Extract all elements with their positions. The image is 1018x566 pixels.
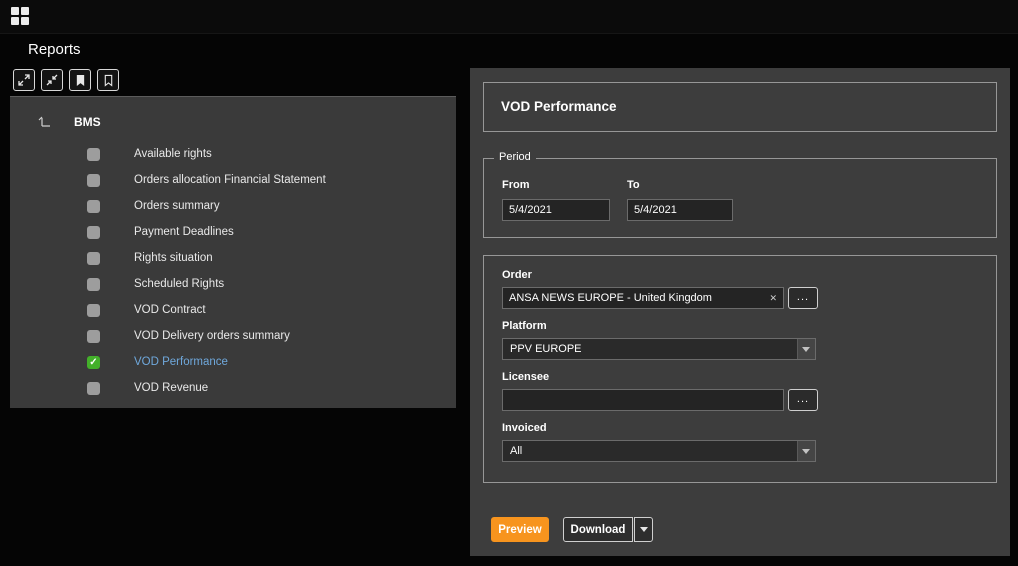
platform-value: PPV EUROPE [510,339,582,359]
tree-item[interactable]: ✓ VOD Contract [10,297,456,323]
bookmark-outline-icon [103,74,114,87]
clear-order-icon[interactable]: ✕ [769,292,777,304]
platform-select[interactable]: PPV EUROPE [502,338,816,360]
tree-item[interactable]: ✓ VOD Delivery orders summary [10,323,456,349]
tree-item-checkbox[interactable]: ✓ [87,356,100,369]
bookmark-outline-button[interactable] [97,69,119,91]
tree-item-label: VOD Contract [134,304,206,316]
preview-button[interactable]: Preview [491,517,549,542]
app-menu-grid-icon[interactable] [11,7,30,26]
invoiced-select[interactable]: All [502,440,816,462]
report-tree-panel: BMS ✓ Available rights ✓ Orders allocati… [10,96,456,408]
tree-item-checkbox[interactable]: ✓ [87,226,100,239]
tree-item[interactable]: ✓ Orders allocation Financial Statement [10,167,456,193]
tree-item[interactable]: ✓ Payment Deadlines [10,219,456,245]
tree-root-node[interactable]: BMS [38,115,101,129]
tree-item-checkbox[interactable]: ✓ [87,304,100,317]
order-browse-button[interactable]: ... [788,287,818,309]
report-form-panel: VOD Performance Period From To Order ✕ .… [470,68,1010,556]
tree-item-checkbox[interactable]: ✓ [87,148,100,161]
tree-item-label: Payment Deadlines [134,226,234,238]
platform-label: Platform [502,320,547,332]
period-legend: Period [494,151,536,163]
form-buttons: Preview Download [491,517,653,542]
collapse-all-button[interactable] [41,69,63,91]
collapse-arrows-icon [45,73,59,87]
to-date-input[interactable] [627,199,733,221]
tree-item-label: Orders allocation Financial Statement [134,174,326,186]
tree-item[interactable]: ✓ Rights situation [10,245,456,271]
tree-item-checkbox[interactable]: ✓ [87,174,100,187]
grid-square [11,7,19,15]
download-dropdown-button[interactable] [634,517,653,542]
reports-screen: Reports BMS [0,0,1018,566]
licensee-browse-button[interactable]: ... [788,389,818,411]
tree-item[interactable]: ✓ Scheduled Rights [10,271,456,297]
chevron-down-icon [802,449,810,454]
licensee-label: Licensee [502,371,549,383]
tree-item[interactable]: ✓ Available rights [10,141,456,167]
period-group: Period From To [483,158,997,238]
expand-all-button[interactable] [13,69,35,91]
order-input-wrap: ✕ [502,287,784,309]
from-label: From [502,179,530,191]
tree-item-label: Orders summary [134,200,220,212]
grid-square [21,17,29,25]
tree-item[interactable]: ✓ VOD Revenue [10,375,456,401]
check-icon: ✓ [89,356,97,369]
order-label: Order [502,269,532,281]
tree-item-checkbox[interactable]: ✓ [87,278,100,291]
tree-root-label: BMS [74,115,101,129]
page-title: Reports [28,41,81,58]
from-date-input[interactable] [502,199,610,221]
tree-toolbar [13,69,119,91]
invoiced-value: All [510,441,522,461]
report-title: VOD Performance [501,83,617,131]
tree-items: ✓ Available rights ✓ Orders allocation F… [10,141,456,401]
tree-item-label: Scheduled Rights [134,278,224,290]
bookmark-filled-button[interactable] [69,69,91,91]
parameters-group: Order ✕ ... Platform PPV EUROPE Licensee… [483,255,997,483]
tree-item-checkbox[interactable]: ✓ [87,200,100,213]
licensee-input[interactable] [502,389,784,411]
bookmark-filled-icon [75,74,86,87]
expand-arrows-icon [17,73,31,87]
chevron-down-icon [802,347,810,352]
tree-item-checkbox[interactable]: ✓ [87,330,100,343]
tree-item-label: VOD Performance [134,356,228,368]
tree-item-label: VOD Revenue [134,382,208,394]
tree-root-icon [38,116,52,129]
app-topbar [0,0,1018,34]
order-input[interactable] [502,287,784,309]
report-title-box: VOD Performance [483,82,997,132]
tree-item-label: Rights situation [134,252,213,264]
grid-square [21,7,29,15]
tree-item[interactable]: ✓ VOD Performance [10,349,456,375]
tree-item-label: VOD Delivery orders summary [134,330,290,342]
download-button[interactable]: Download [563,517,633,542]
to-label: To [627,179,640,191]
tree-item-checkbox[interactable]: ✓ [87,252,100,265]
licensee-input-wrap [502,389,784,411]
tree-item[interactable]: ✓ Orders summary [10,193,456,219]
tree-item-checkbox[interactable]: ✓ [87,382,100,395]
invoiced-label: Invoiced [502,422,547,434]
grid-square [11,17,19,25]
chevron-down-icon [640,527,648,532]
tree-item-label: Available rights [134,148,212,160]
